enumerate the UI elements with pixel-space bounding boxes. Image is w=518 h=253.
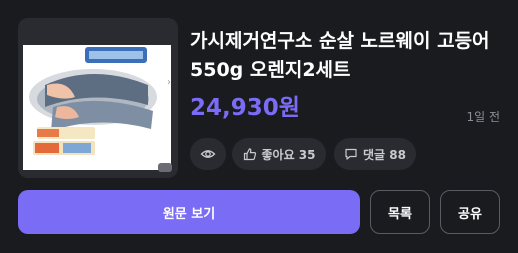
posted-time: 1일 전 — [466, 110, 500, 124]
eye-icon — [200, 146, 216, 162]
product-title[interactable]: 가시제거연구소 순살 노르웨이 고등어 550g 오렌지2세트 — [190, 27, 490, 85]
image-count-badge — [158, 163, 172, 172]
like-count: 좋아요 35 — [261, 147, 316, 162]
mackerel-photo — [23, 45, 171, 170]
product-image — [23, 45, 171, 170]
comment-button[interactable]: 댓글 88 — [334, 138, 416, 170]
product-thumbnail[interactable]: › — [18, 18, 178, 178]
comment-icon — [344, 147, 358, 161]
list-button[interactable]: 목록 — [370, 190, 430, 234]
views-button[interactable] — [190, 138, 226, 170]
chevron-right-icon[interactable]: › — [164, 76, 174, 90]
product-price: 24,930원 — [190, 95, 300, 121]
like-button[interactable]: 좋아요 35 — [232, 138, 326, 170]
view-original-button[interactable]: 원문 보기 — [18, 190, 360, 234]
share-button[interactable]: 공유 — [440, 190, 500, 234]
thumbs-up-icon — [243, 147, 257, 161]
comment-count: 댓글 88 — [363, 147, 406, 162]
